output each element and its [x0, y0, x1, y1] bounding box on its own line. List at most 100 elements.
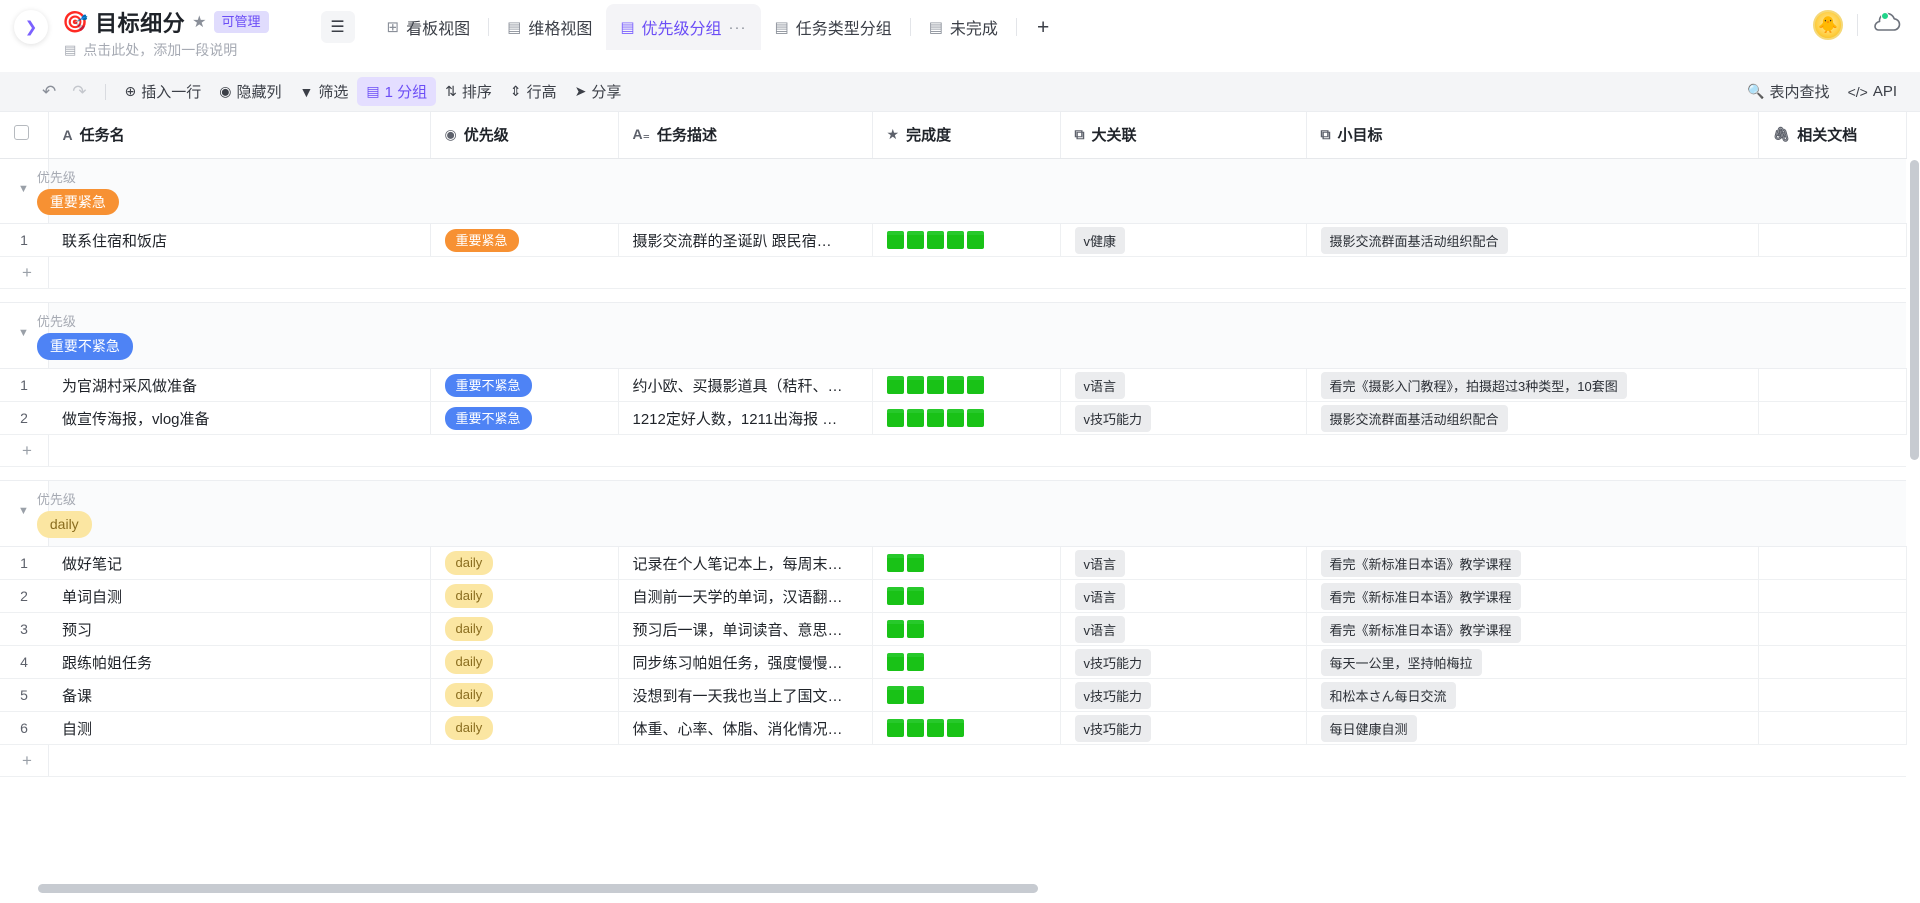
task-name-cell[interactable]: 跟练帕姐任务: [48, 645, 431, 680]
task-name-cell[interactable]: 单词自测: [48, 579, 431, 614]
add-record-row[interactable]: +: [0, 256, 1906, 290]
related-doc-cell[interactable]: [1758, 579, 1907, 614]
task-name-cell[interactable]: 联系住宿和饭店: [48, 223, 431, 258]
description-cell[interactable]: 约小欧、买摄影道具（秸秆、…: [618, 368, 873, 403]
big-link-chip[interactable]: v技巧能力: [1074, 681, 1152, 709]
description-cell[interactable]: 记录在个人笔记本上，每周末…: [618, 546, 873, 581]
big-link-chip[interactable]: v技巧能力: [1074, 714, 1152, 742]
big-link-cell[interactable]: v技巧能力: [1060, 711, 1307, 746]
small-goal-cell[interactable]: 看完《新标准日本语》教学课程: [1306, 612, 1759, 647]
column-header-priority[interactable]: ◉ 优先级: [430, 112, 619, 159]
row-height-button[interactable]: ⇕ 行高: [501, 77, 566, 106]
add-record-row[interactable]: +: [0, 434, 1906, 468]
tab-incomplete[interactable]: ▤ 未完成: [915, 4, 1012, 50]
priority-cell[interactable]: 重要不紧急: [430, 401, 619, 436]
description-cell[interactable]: 摄影交流群的圣诞趴 跟民宿…: [618, 223, 873, 258]
small-goal-chip[interactable]: 看完《新标准日本语》教学课程: [1320, 549, 1521, 577]
permission-badge[interactable]: 可管理: [213, 11, 269, 33]
tab-task-type-group[interactable]: ▤ 任务类型分组: [761, 4, 906, 50]
user-avatar[interactable]: 🐥: [1813, 10, 1843, 40]
big-link-chip[interactable]: v语言: [1074, 371, 1126, 399]
cloud-sync-icon[interactable]: [1872, 11, 1902, 39]
favorite-star-icon[interactable]: ★: [192, 12, 206, 32]
hide-columns-button[interactable]: ◉ 隐藏列: [210, 77, 290, 106]
tab-priority-group[interactable]: ▤ 优先级分组 ···: [606, 4, 761, 50]
priority-cell[interactable]: daily: [430, 645, 619, 680]
related-doc-cell[interactable]: [1758, 678, 1907, 713]
add-record-cell[interactable]: +: [0, 744, 48, 778]
small-goal-cell[interactable]: 每天一公里，坚持帕梅拉: [1306, 645, 1759, 680]
add-view-button[interactable]: +: [1021, 17, 1065, 38]
completion-cell[interactable]: [872, 368, 1061, 403]
column-header-select-all[interactable]: [0, 112, 49, 159]
small-goal-cell[interactable]: 看完《新标准日本语》教学课程: [1306, 546, 1759, 581]
table-row[interactable]: 2 做宣传海报，vlog准备 重要不紧急 1212定好人数，1211出海报 … v技巧能…: [0, 401, 1907, 436]
task-name-cell[interactable]: 做好笔记: [48, 546, 431, 581]
small-goal-chip[interactable]: 每日健康自测: [1320, 714, 1417, 742]
tab-grid-view[interactable]: ▤ 维格视图: [493, 4, 606, 50]
description-cell[interactable]: 同步练习帕姐任务，强度慢慢…: [618, 645, 873, 680]
small-goal-chip[interactable]: 摄影交流群面基活动组织配合: [1320, 226, 1508, 254]
table-row[interactable]: 5 备课 daily 没想到有一天我也当上了国文… v技巧能力 和松本さん每日交流: [0, 678, 1907, 713]
table-row[interactable]: 1 联系住宿和饭店 重要紧急 摄影交流群的圣诞趴 跟民宿… v健康 摄影交流群面基活动组织…: [0, 223, 1907, 258]
table-row[interactable]: 4 跟练帕姐任务 daily 同步练习帕姐任务，强度慢慢… v技巧能力 每天一公里，坚持帕…: [0, 645, 1907, 680]
related-doc-cell[interactable]: [1758, 711, 1907, 746]
description-cell[interactable]: 体重、心率、体脂、消化情况…: [618, 711, 873, 746]
description-cell[interactable]: 预习后一课，单词读音、意思…: [618, 612, 873, 647]
column-header-completion[interactable]: ★ 完成度: [872, 112, 1061, 159]
column-header-big-link[interactable]: ⧉ 大关联: [1060, 112, 1307, 159]
big-link-cell[interactable]: v语言: [1060, 368, 1307, 403]
group-button[interactable]: ▤ 1 分组: [357, 77, 437, 106]
undo-button[interactable]: ↶: [34, 80, 64, 104]
table-row[interactable]: 1 做好笔记 daily 记录在个人笔记本上，每周末… v语言 看完《新标准日本语》教学课…: [0, 546, 1907, 581]
small-goal-chip[interactable]: 看完《摄影入门教程》，拍摄超过3种类型，10套图: [1320, 371, 1627, 399]
add-record-cell[interactable]: +: [0, 434, 48, 468]
small-goal-cell[interactable]: 每日健康自测: [1306, 711, 1759, 746]
insert-row-button[interactable]: ⊕ 插入一行: [116, 77, 211, 106]
description-cell[interactable]: 自测前一天学的单词，汉语翻…: [618, 579, 873, 614]
completion-cell[interactable]: [872, 579, 1061, 614]
collapse-caret-icon[interactable]: ▼: [18, 505, 29, 517]
sidebar-collapse-button[interactable]: ❯: [14, 10, 48, 44]
plus-icon[interactable]: +: [22, 263, 32, 282]
completion-cell[interactable]: [872, 223, 1061, 258]
task-name-cell[interactable]: 为官湖村采风做准备: [48, 368, 431, 403]
small-goal-chip[interactable]: 看完《新标准日本语》教学课程: [1320, 582, 1521, 610]
small-goal-chip[interactable]: 和松本さん每日交流: [1320, 681, 1456, 709]
related-doc-cell[interactable]: [1758, 645, 1907, 680]
priority-cell[interactable]: daily: [430, 579, 619, 614]
big-link-chip[interactable]: v技巧能力: [1074, 648, 1152, 676]
redo-button[interactable]: ↷: [64, 80, 94, 104]
small-goal-cell[interactable]: 看完《摄影入门教程》，拍摄超过3种类型，10套图: [1306, 368, 1759, 403]
share-button[interactable]: ➤ 分享: [566, 77, 631, 106]
big-link-cell[interactable]: v语言: [1060, 579, 1307, 614]
priority-cell[interactable]: daily: [430, 678, 619, 713]
search-in-table-button[interactable]: 🔍 表内查找: [1738, 77, 1838, 106]
small-goal-chip[interactable]: 看完《新标准日本语》教学课程: [1320, 615, 1521, 643]
table-row[interactable]: 2 单词自测 daily 自测前一天学的单词，汉语翻… v语言 看完《新标准日本语》教学课…: [0, 579, 1907, 614]
related-doc-cell[interactable]: [1758, 368, 1907, 403]
small-goal-cell[interactable]: 摄影交流群面基活动组织配合: [1306, 223, 1759, 258]
big-link-cell[interactable]: v技巧能力: [1060, 645, 1307, 680]
description-placeholder[interactable]: 点击此处，添加一段说明: [83, 40, 237, 60]
table-row[interactable]: 1 为官湖村采风做准备 重要不紧急 约小欧、买摄影道具（秸秆、… v语言 看完《摄影入门教…: [0, 368, 1907, 403]
task-name-cell[interactable]: 做宣传海报，vlog准备: [48, 401, 431, 436]
table-scroll-container[interactable]: A 任务名 ◉ 优先级 A₌ 任务描述 ★ 完成度 ⧉ 大关联 ⧉ 小目标 🖇 …: [0, 112, 1920, 903]
column-header-small-goal[interactable]: ⧉ 小目标: [1306, 112, 1759, 159]
completion-cell[interactable]: [872, 645, 1061, 680]
related-doc-cell[interactable]: [1758, 546, 1907, 581]
small-goal-cell[interactable]: 摄影交流群面基活动组织配合: [1306, 401, 1759, 436]
related-doc-cell[interactable]: [1758, 223, 1907, 258]
small-goal-chip[interactable]: 每天一公里，坚持帕梅拉: [1320, 648, 1482, 676]
select-all-checkbox[interactable]: [14, 125, 29, 141]
big-link-chip[interactable]: v语言: [1074, 615, 1126, 643]
tab-kanban-view[interactable]: ⊞ 看板视图: [373, 4, 485, 50]
small-goal-chip[interactable]: 摄影交流群面基活动组织配合: [1320, 404, 1508, 432]
completion-cell[interactable]: [872, 612, 1061, 647]
tab-more-icon[interactable]: ···: [729, 19, 747, 36]
priority-cell[interactable]: 重要紧急: [430, 223, 619, 258]
column-header-related-doc[interactable]: 🖇 相关文档: [1758, 112, 1907, 159]
completion-cell[interactable]: [872, 711, 1061, 746]
related-doc-cell[interactable]: [1758, 612, 1907, 647]
task-name-cell[interactable]: 预习: [48, 612, 431, 647]
